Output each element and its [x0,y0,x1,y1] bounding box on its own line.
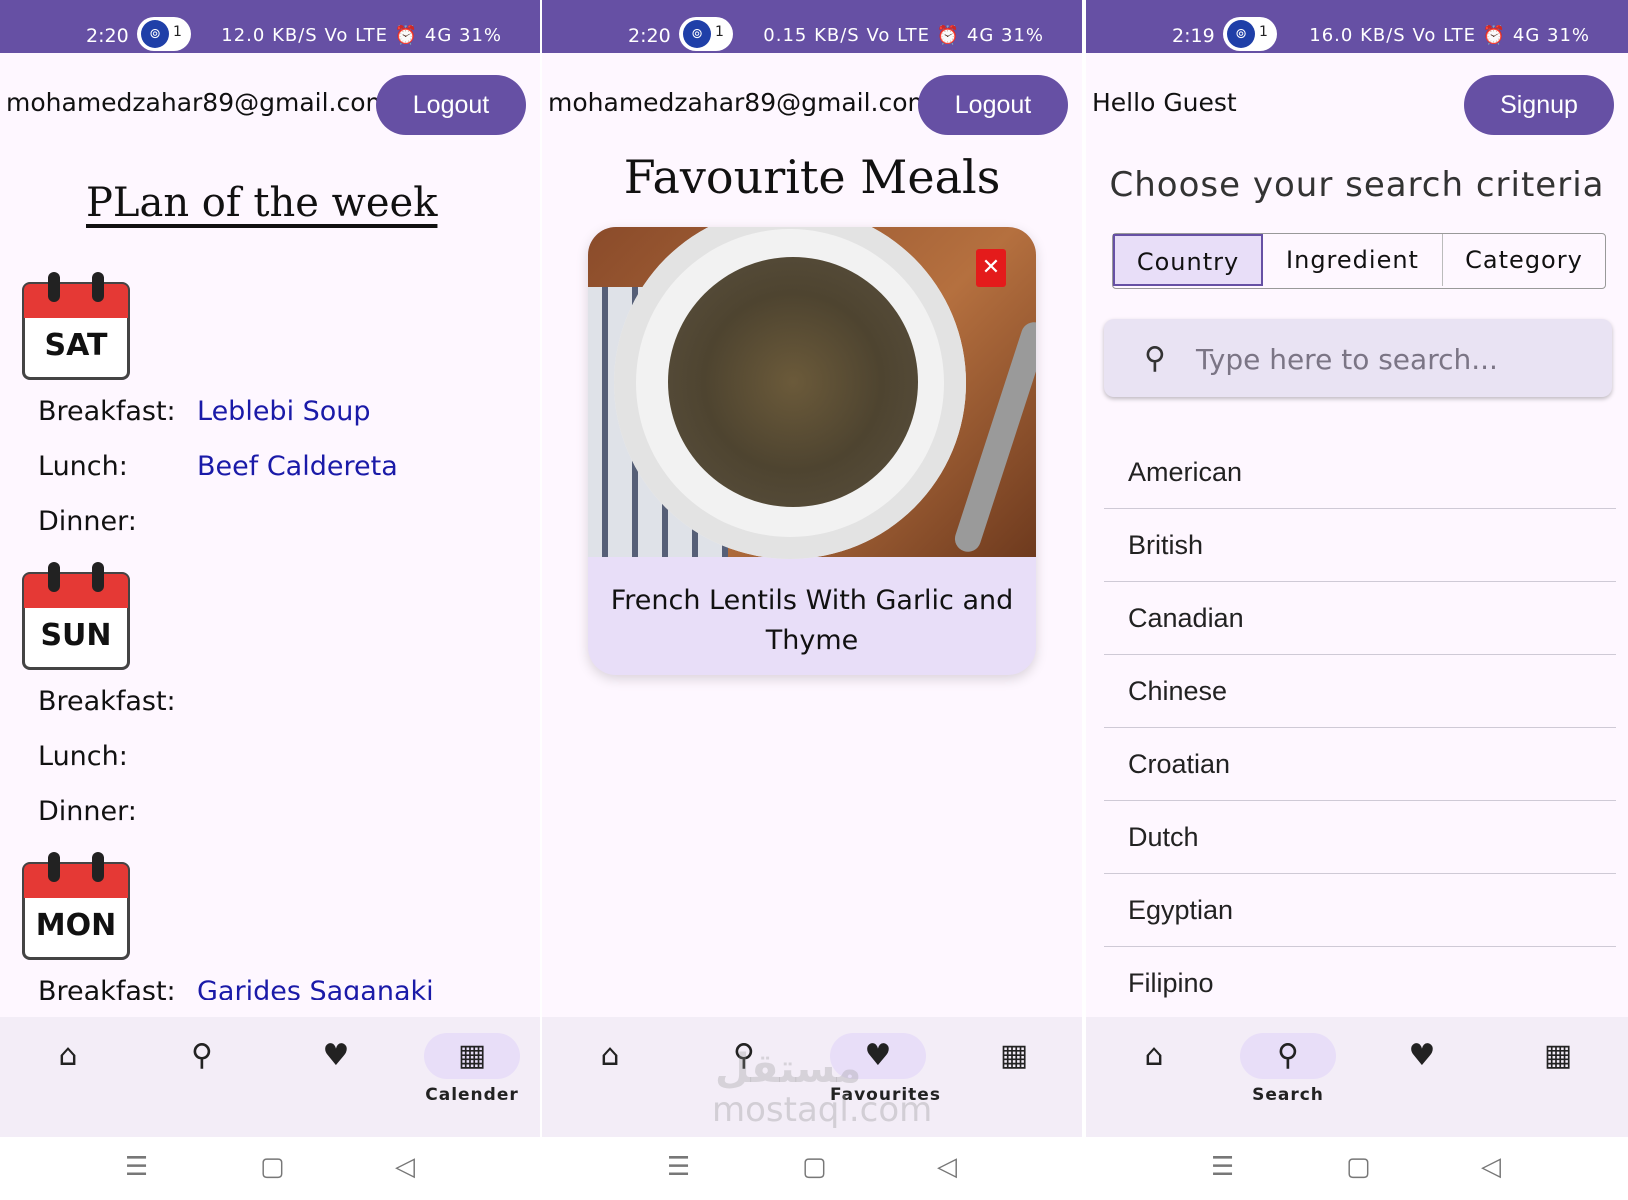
status-indicators: 16.0 KB/S Vo LTE ⏰ 4G 31% [1309,25,1590,46]
user-email: mohamedzahar89@gmail.com [6,88,390,117]
status-indicators: 12.0 KB/S Vo LTE ⏰ 4G 31% [221,25,502,46]
hotspot-icon: ⊚ [683,20,711,48]
status-time: 2:20 [628,25,671,47]
meal-name: French Lentils With Garlic and Thyme [610,585,1014,656]
user-email: mohamedzahar89@gmail.com [548,88,932,117]
nav-home[interactable]: ⌂ [562,1033,658,1079]
meal-link-breakfast-sat[interactable]: Leblebi Soup [197,396,371,427]
calendar-icon: ▦ [1543,1038,1573,1073]
meal-link-lunch-sat[interactable]: Beef Caldereta [197,451,398,482]
heart-icon: ♥ [1408,1038,1436,1073]
watermark-arabic: مستقل [715,1046,862,1092]
home-icon: ⌂ [600,1038,620,1073]
nav-calendar[interactable]: ▦ Calender [424,1033,520,1105]
hotspot-badge: ⊚ 1 [1223,17,1277,51]
calendar-icon: ▦ [424,1033,520,1079]
home-square-icon[interactable]: ▢ [802,1152,827,1182]
system-nav-bar: ☰ ▢ ◁ [542,1137,1082,1200]
search-icon: ⚲ [1144,341,1166,376]
calendar-screen: 2:20 ⊚ 1 12.0 KB/S Vo LTE ⏰ 4G 31% mohame… [0,0,540,1200]
top-bar: Hello Guest Signup [1086,70,1628,136]
home-square-icon[interactable]: ▢ [1346,1152,1371,1182]
recents-icon[interactable]: ☰ [1211,1152,1234,1182]
lunch-label: Lunch: [38,741,128,772]
calendar-day-icon-sat: SAT [22,272,130,382]
list-item[interactable]: Egyptian [1104,874,1616,947]
search-screen: 2:19 ⊚ 1 16.0 KB/S Vo LTE ⏰ 4G 31% Hello … [1086,0,1628,1200]
logout-button[interactable]: Logout [918,75,1068,135]
status-bar: 2:20 ⊚ 1 0.15 KB/S Vo LTE ⏰ 4G 31% [542,0,1082,53]
top-bar: mohamedzahar89@gmail.com Logout [542,70,1082,136]
meal-card[interactable]: ✕ French Lentils With Garlic and Thyme [588,227,1036,675]
system-nav-bar: ☰ ▢ ◁ [0,1137,540,1200]
page-title: PLan of the week [86,180,438,226]
watermark: mostaql.com [712,1090,933,1130]
list-item[interactable]: Dutch [1104,801,1616,874]
back-icon[interactable]: ◁ [395,1152,415,1182]
page-title: Favourite Meals [623,150,1001,204]
home-icon: ⌂ [58,1038,78,1073]
back-icon[interactable]: ◁ [1481,1152,1501,1182]
search-placeholder: Type here to search... [1196,343,1498,376]
status-bar: 2:19 ⊚ 1 16.0 KB/S Vo LTE ⏰ 4G 31% [1086,0,1628,53]
nav-favourites[interactable]: ♥ [288,1033,384,1079]
nav-calendar[interactable]: ▦ [1510,1033,1606,1079]
status-indicators: 0.15 KB/S Vo LTE ⏰ 4G 31% [763,25,1044,46]
status-time: 2:19 [1172,25,1215,47]
hotspot-badge: ⊚ 1 [679,17,733,51]
calendar-day-icon-sun: SUN [22,562,130,672]
nav-search[interactable]: ⚲ [154,1033,250,1079]
hotspot-badge: ⊚ 1 [137,17,191,51]
tab-country[interactable]: Country [1113,234,1263,286]
dinner-label: Dinner: [38,796,137,827]
search-icon: ⚲ [1240,1033,1336,1079]
list-item[interactable]: Croatian [1104,728,1616,801]
meal-image [588,227,1036,559]
search-input[interactable]: ⚲ Type here to search... [1104,319,1612,397]
home-square-icon[interactable]: ▢ [260,1152,285,1182]
greeting: Hello Guest [1092,88,1237,117]
criteria-segmented-control: Country Ingredient Category [1112,233,1606,289]
signup-button[interactable]: Signup [1464,75,1614,135]
search-icon: ⚲ [191,1038,213,1073]
list-item[interactable]: Canadian [1104,582,1616,655]
recents-icon[interactable]: ☰ [667,1152,690,1182]
criteria-title: Choose your search criteria [1109,165,1605,205]
calendar-icon: ▦ [999,1038,1029,1073]
logout-button[interactable]: Logout [376,75,526,135]
system-nav-bar: ☰ ▢ ◁ [1086,1137,1628,1200]
status-time: 2:20 [86,25,129,47]
home-icon: ⌂ [1144,1038,1164,1073]
calendar-day-icon-mon: MON [22,852,130,962]
nav-calendar[interactable]: ▦ [966,1033,1062,1079]
bottom-nav: ⌂ ⚲ ♥ ▦ Calender [0,1017,540,1137]
heart-icon: ♥ [322,1038,350,1073]
nav-search[interactable]: ⚲ Search [1240,1033,1336,1105]
nav-home[interactable]: ⌂ [1106,1033,1202,1079]
nav-home[interactable]: ⌂ [20,1033,116,1079]
top-bar: mohamedzahar89@gmail.com Logout [0,70,540,136]
breakfast-label: Breakfast: [38,396,176,427]
dinner-label: Dinner: [38,506,137,537]
country-list: American British Canadian Chinese Croati… [1104,436,1616,1020]
list-item[interactable]: American [1104,436,1616,509]
list-item[interactable]: Chinese [1104,655,1616,728]
tab-category[interactable]: Category [1443,234,1605,286]
recents-icon[interactable]: ☰ [125,1152,148,1182]
status-bar: 2:20 ⊚ 1 12.0 KB/S Vo LTE ⏰ 4G 31% [0,0,540,53]
list-item[interactable]: Filipino [1104,947,1616,1020]
back-icon[interactable]: ◁ [937,1152,957,1182]
hotspot-icon: ⊚ [1227,20,1255,48]
breakfast-label: Breakfast: [38,686,176,717]
tab-ingredient[interactable]: Ingredient [1263,234,1443,286]
list-item[interactable]: British [1104,509,1616,582]
nav-favourites[interactable]: ♥ [1374,1033,1470,1079]
trash-icon[interactable]: ✕ [976,249,1006,287]
hotspot-icon: ⊚ [141,20,169,48]
bottom-nav: ⌂ ⚲ Search ♥ ▦ [1086,1017,1628,1137]
lunch-label: Lunch: [38,451,128,482]
favourites-screen: 2:20 ⊚ 1 0.15 KB/S Vo LTE ⏰ 4G 31% mohame… [542,0,1082,1200]
